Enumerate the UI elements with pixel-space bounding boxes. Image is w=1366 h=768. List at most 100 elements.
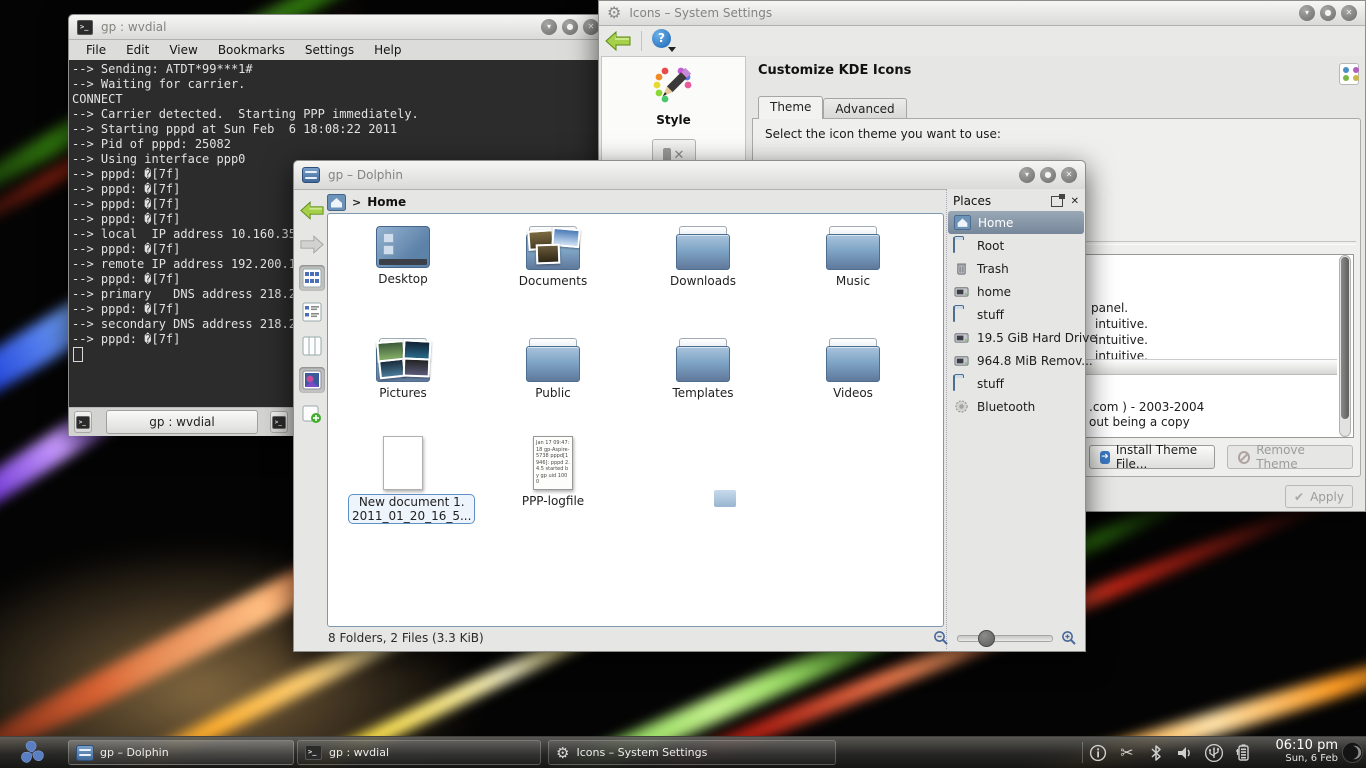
help-button[interactable]: ? <box>652 29 676 53</box>
terminal-icon: >_ <box>305 745 322 760</box>
details-view-button[interactable] <box>299 299 325 325</box>
text-file-preview-icon: Jan 17 09:47:18 gp-Aspire-5738 pppd[1946… <box>533 436 573 490</box>
forward-icon <box>300 235 324 254</box>
places-item-hard-drive[interactable]: 19.5 GiB Hard Drive <box>947 326 1085 349</box>
folder-icon <box>953 237 955 253</box>
desktop: >_ gp : wvdial ▾ ● ✕ File Edit View Book… <box>0 0 1366 768</box>
menu-settings[interactable]: Settings <box>305 43 354 57</box>
volume-icon[interactable] <box>1175 743 1195 763</box>
maximize-button[interactable]: ● <box>1040 167 1056 183</box>
details-view-icon <box>302 302 322 322</box>
trash-icon <box>953 261 970 276</box>
tab-theme[interactable]: Theme <box>758 96 823 119</box>
install-theme-button[interactable]: ➜ Install Theme File... <box>1089 445 1215 469</box>
folder-videos[interactable]: Videos <box>798 338 908 400</box>
settings-titlebar[interactable]: ⚙ Icons – System Settings ▾ ● ✕ <box>599 1 1365 26</box>
terminal-icon: >_ <box>272 416 286 429</box>
apply-button[interactable]: ✔ Apply <box>1285 485 1353 508</box>
menu-help[interactable]: Help <box>374 43 401 57</box>
device-notifier-usb-icon[interactable] <box>1204 743 1224 763</box>
task-wvdial[interactable]: >_ gp : wvdial <box>297 740 541 765</box>
drive-icon <box>953 330 970 345</box>
maximize-button[interactable]: ● <box>562 19 578 35</box>
places-item-stuff[interactable]: stuff <box>947 303 1085 326</box>
places-item-root[interactable]: Root <box>947 234 1085 257</box>
minimize-button[interactable]: ▾ <box>541 19 557 35</box>
zoom-slider[interactable] <box>957 635 1053 642</box>
settings-title: Icons – System Settings <box>629 6 1291 20</box>
theme-description-fragment: intuitive. <box>1095 333 1148 347</box>
klipper-scissors-icon[interactable]: ✂ <box>1117 743 1137 763</box>
folder-music[interactable]: Music <box>798 226 908 288</box>
places-item-removable[interactable]: 964.8 MiB Remov... <box>947 349 1085 372</box>
back-icon[interactable] <box>605 31 631 51</box>
minimize-button[interactable]: ▾ <box>1019 167 1035 183</box>
sidebar-item-label: Style <box>602 113 745 127</box>
close-button[interactable]: ✕ <box>1341 5 1357 21</box>
menu-view[interactable]: View <box>169 43 197 57</box>
close-panel-icon[interactable]: ✕ <box>1071 196 1079 207</box>
status-text: 8 Folders, 2 Files (3.3 KiB) <box>328 631 484 645</box>
folder-templates[interactable]: Templates <box>648 338 758 400</box>
notifications-icon[interactable] <box>1088 743 1108 763</box>
zoom-out-icon[interactable] <box>933 630 949 646</box>
maximize-button[interactable]: ● <box>1320 5 1336 21</box>
theme-credit-fragment: out being a copy <box>1089 415 1190 429</box>
folder-view[interactable]: Desktop Documents Downloads Music <box>327 213 944 627</box>
columns-view-button[interactable] <box>299 333 325 359</box>
places-item-home[interactable]: Home <box>948 211 1084 234</box>
file-ppp-logfile[interactable]: Jan 17 09:47:18 gp-Aspire-5738 pppd[1946… <box>498 436 608 508</box>
selected-file-label: New document 1.2011_01_20_16_5... <box>348 494 475 524</box>
terminal-tab[interactable]: gp : wvdial <box>106 410 258 434</box>
file-new-document[interactable]: New document 1.2011_01_20_16_5... <box>348 436 458 524</box>
back-button[interactable] <box>299 197 325 223</box>
minimize-button[interactable]: ▾ <box>1299 5 1315 21</box>
folder-downloads[interactable]: Downloads <box>648 226 758 288</box>
forward-button[interactable] <box>299 231 325 257</box>
preview-button[interactable] <box>299 367 325 393</box>
folder-desktop[interactable]: Desktop <box>348 226 458 286</box>
split-view-button[interactable] <box>299 401 325 427</box>
task-dolphin[interactable]: gp – Dolphin <box>68 740 294 765</box>
menu-file[interactable]: File <box>86 43 106 57</box>
tab-list-button[interactable]: >_ <box>270 411 288 433</box>
places-item-bluetooth[interactable]: Bluetooth <box>947 395 1085 418</box>
list-scrollbar[interactable] <box>1339 255 1351 437</box>
remove-theme-button[interactable]: Remove Theme <box>1227 445 1353 469</box>
application-launcher-button[interactable] <box>0 737 64 768</box>
folder-public[interactable]: Public <box>498 338 608 400</box>
menu-edit[interactable]: Edit <box>126 43 149 57</box>
scrollbar-thumb[interactable] <box>1341 257 1349 419</box>
zoom-in-icon[interactable] <box>1061 630 1077 646</box>
close-button[interactable]: ✕ <box>583 19 599 35</box>
bluetooth-icon[interactable] <box>1146 743 1166 763</box>
clock-date: Sun, 6 Feb <box>1266 752 1338 765</box>
task-system-settings[interactable]: ⚙ Icons – System Settings <box>548 740 836 765</box>
places-item-trash[interactable]: Trash <box>947 257 1085 280</box>
tab-advanced[interactable]: Advanced <box>823 98 906 119</box>
folder-documents[interactable]: Documents <box>498 226 608 288</box>
zoom-slider-handle[interactable] <box>978 630 995 647</box>
panel-cashew-icon[interactable] <box>1341 741 1364 764</box>
detach-panel-icon[interactable] <box>1051 196 1063 207</box>
new-tab-button[interactable]: >_ <box>74 411 92 433</box>
breadcrumb: > Home <box>327 191 406 213</box>
folder-icon <box>826 226 880 270</box>
overview-icon[interactable] <box>1339 63 1359 85</box>
battery-monitor-icon[interactable] <box>1233 743 1253 763</box>
gear-icon: ⚙ <box>607 5 621 21</box>
menu-bookmarks[interactable]: Bookmarks <box>218 43 285 57</box>
folder-pictures[interactable]: Pictures <box>348 338 458 400</box>
places-item-stuff-2[interactable]: stuff <box>947 372 1085 395</box>
icons-view-button[interactable] <box>299 265 325 291</box>
places-item-home-drive[interactable]: home <box>947 280 1085 303</box>
breadcrumb-location[interactable]: Home <box>367 195 406 209</box>
forbidden-icon <box>1238 451 1250 464</box>
close-button[interactable]: ✕ <box>1061 167 1077 183</box>
home-icon[interactable] <box>327 194 346 211</box>
terminal-titlebar[interactable]: >_ gp : wvdial ▾ ● ✕ <box>69 15 607 40</box>
clock[interactable]: 06:10 pm Sun, 6 Feb <box>1266 739 1338 765</box>
folder-icon <box>953 306 955 322</box>
sidebar-item-style[interactable]: Style <box>602 63 745 127</box>
dolphin-titlebar[interactable]: gp – Dolphin ▾ ● ✕ <box>294 161 1085 190</box>
